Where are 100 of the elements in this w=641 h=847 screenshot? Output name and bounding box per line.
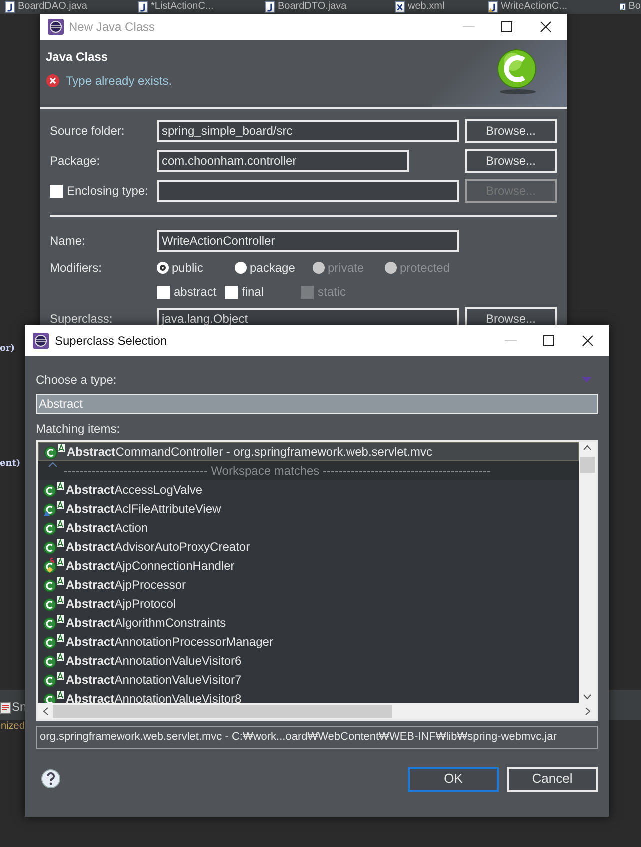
field-label: Modifiers: <box>50 260 104 277</box>
class-name: AbstractAdvisorAutoProxyCreator <box>66 538 250 556</box>
class-name: AbstractAjpProcessor <box>66 576 186 594</box>
class-icon <box>44 444 66 460</box>
editor-tab[interactable]: BoardDTO.java <box>278 1 347 13</box>
error-icon <box>46 74 60 88</box>
scroll-up-icon <box>583 445 592 451</box>
field-label: Name: <box>50 233 86 250</box>
list-item[interactable]: ------------------------------------ Workspace matches ------------------------------------------ <box>38 461 579 480</box>
checkbox-label: final <box>242 284 264 301</box>
eclipse-icon <box>33 332 49 348</box>
class-icon <box>43 558 65 574</box>
window-title: New Java Class <box>69 19 156 36</box>
class-name: AbstractAnnotationValueVisitor8 <box>66 690 242 703</box>
dialog-button[interactable]: Cancel <box>507 766 598 792</box>
list-item[interactable]: AbstractAnnotationValueVisitor6 <box>38 651 579 670</box>
separator-label: ------------------------------------ Workspace matches ------------------------------------------ <box>64 462 491 480</box>
checkbox[interactable] <box>157 286 170 298</box>
field-label: Matching items: <box>36 421 122 436</box>
list-item[interactable]: AbstractAjpConnectionHandler <box>38 556 579 575</box>
class-name: AbstractCommandController - org.springframework.web.servlet.mvc <box>67 444 432 460</box>
minimize-icon <box>505 340 517 342</box>
input-field[interactable]: spring_simple_board/src <box>157 120 459 142</box>
editor-tab[interactable]: WriteActionC... <box>501 1 568 13</box>
class-icon <box>43 614 65 630</box>
editor-tab[interactable]: BoardDAO.java <box>18 1 88 13</box>
class-icon <box>43 576 65 592</box>
list-item[interactable]: AbstractAjpProcessor <box>38 575 579 594</box>
list-item[interactable]: AbstractAction <box>38 518 579 537</box>
close-icon <box>539 20 553 34</box>
class-icon <box>43 500 65 516</box>
field-label: Package: <box>50 153 100 170</box>
radio-button[interactable] <box>157 262 169 274</box>
radio-label: private <box>328 260 364 277</box>
class-icon <box>43 520 65 536</box>
checkbox-label: abstract <box>174 284 217 301</box>
scroll-down-icon <box>583 694 592 700</box>
checkbox-label: Enclosing type: <box>67 183 148 200</box>
vertical-scrollbar[interactable] <box>579 442 596 703</box>
scroll-thumb[interactable] <box>580 457 595 473</box>
code-text: ent) <box>0 458 21 471</box>
status-field: org.springframework.web.servlet.mvc - C:₩work...oard₩WebContent₩WEB-INF₩lib₩spring-webmvc.jar <box>36 726 598 749</box>
radio-label: package <box>250 260 296 277</box>
class-name: AbstractAclFileAttributeView <box>66 500 222 518</box>
chevron-up-icon <box>48 462 58 468</box>
java-file-icon <box>620 1 626 13</box>
class-name: AbstractAnnotationValueVisitor7 <box>66 672 242 688</box>
field-label: Superclass: <box>50 311 113 328</box>
class-name: AbstractAjpConnectionHandler <box>66 558 235 574</box>
editor-tab[interactable]: Bo <box>628 1 641 13</box>
class-icon <box>43 634 65 650</box>
scroll-left-icon <box>43 706 49 716</box>
scroll-thumb[interactable] <box>53 704 392 718</box>
dropdown-menu-icon <box>581 376 593 384</box>
input-field[interactable]: com.choonham.controller <box>157 150 409 172</box>
class-name: AbstractAjpProtocol <box>66 596 176 612</box>
panel-icon <box>0 702 11 714</box>
list-item[interactable]: AbstractAccessLogValve <box>38 480 579 499</box>
help-icon <box>41 769 61 789</box>
java-file-icon <box>5 1 15 13</box>
browse-button[interactable]: Browse... <box>465 149 557 173</box>
radio-label: public <box>172 260 204 277</box>
list-item[interactable]: AbstractAnnotationProcessorManager <box>38 632 579 651</box>
class-name: AbstractAnnotationValueVisitor6 <box>66 652 242 670</box>
radio-button[interactable] <box>235 262 247 274</box>
editor-tab[interactable]: *ListActionC... <box>151 1 214 13</box>
class-icon <box>43 482 65 498</box>
maximize-icon <box>542 334 556 348</box>
checkbox[interactable] <box>225 286 238 298</box>
editor-tab[interactable]: web.xml <box>408 1 445 13</box>
eclipse-icon <box>48 19 64 35</box>
class-icon <box>43 538 65 554</box>
list-item[interactable]: AbstractAdvisorAutoProxyCreator <box>38 537 579 556</box>
list-item[interactable]: AbstractCommandController - org.springframework.web.servlet.mvc <box>38 442 579 461</box>
close-icon <box>581 334 595 348</box>
field-label: Source folder: <box>50 123 125 140</box>
list-item[interactable]: AbstractAnnotationValueVisitor7 <box>38 670 579 689</box>
class-icon <box>43 652 65 668</box>
class-icon <box>43 596 65 612</box>
class-name: AbstractAction <box>66 520 148 536</box>
class-name: AbstractAlgorithmConstraints <box>66 614 226 632</box>
minimize-icon <box>463 26 475 28</box>
browse-button[interactable]: Browse... <box>465 119 557 143</box>
list-item[interactable]: AbstractAlgorithmConstraints <box>38 613 579 632</box>
code-text: or) <box>0 343 16 356</box>
console-text: nized <box>1 720 25 734</box>
list-item[interactable]: AbstractAclFileAttributeView <box>38 499 579 518</box>
input-field[interactable] <box>157 180 459 202</box>
class-name: AbstractAccessLogValve <box>66 482 203 498</box>
radio-label: protected <box>400 260 450 277</box>
class-icon <box>43 672 65 688</box>
list-item[interactable]: AbstractAjpProtocol <box>38 594 579 613</box>
checkbox-label: static <box>318 284 346 301</box>
scroll-right-icon <box>585 706 591 716</box>
dialog-heading: Java Class <box>46 49 110 66</box>
input-field[interactable]: WriteActionController <box>157 230 459 252</box>
dialog-button[interactable]: OK <box>408 766 499 792</box>
window-title: Superclass Selection <box>55 332 168 350</box>
maximize-icon <box>500 20 514 34</box>
field-label: Choose a type: <box>36 372 117 389</box>
